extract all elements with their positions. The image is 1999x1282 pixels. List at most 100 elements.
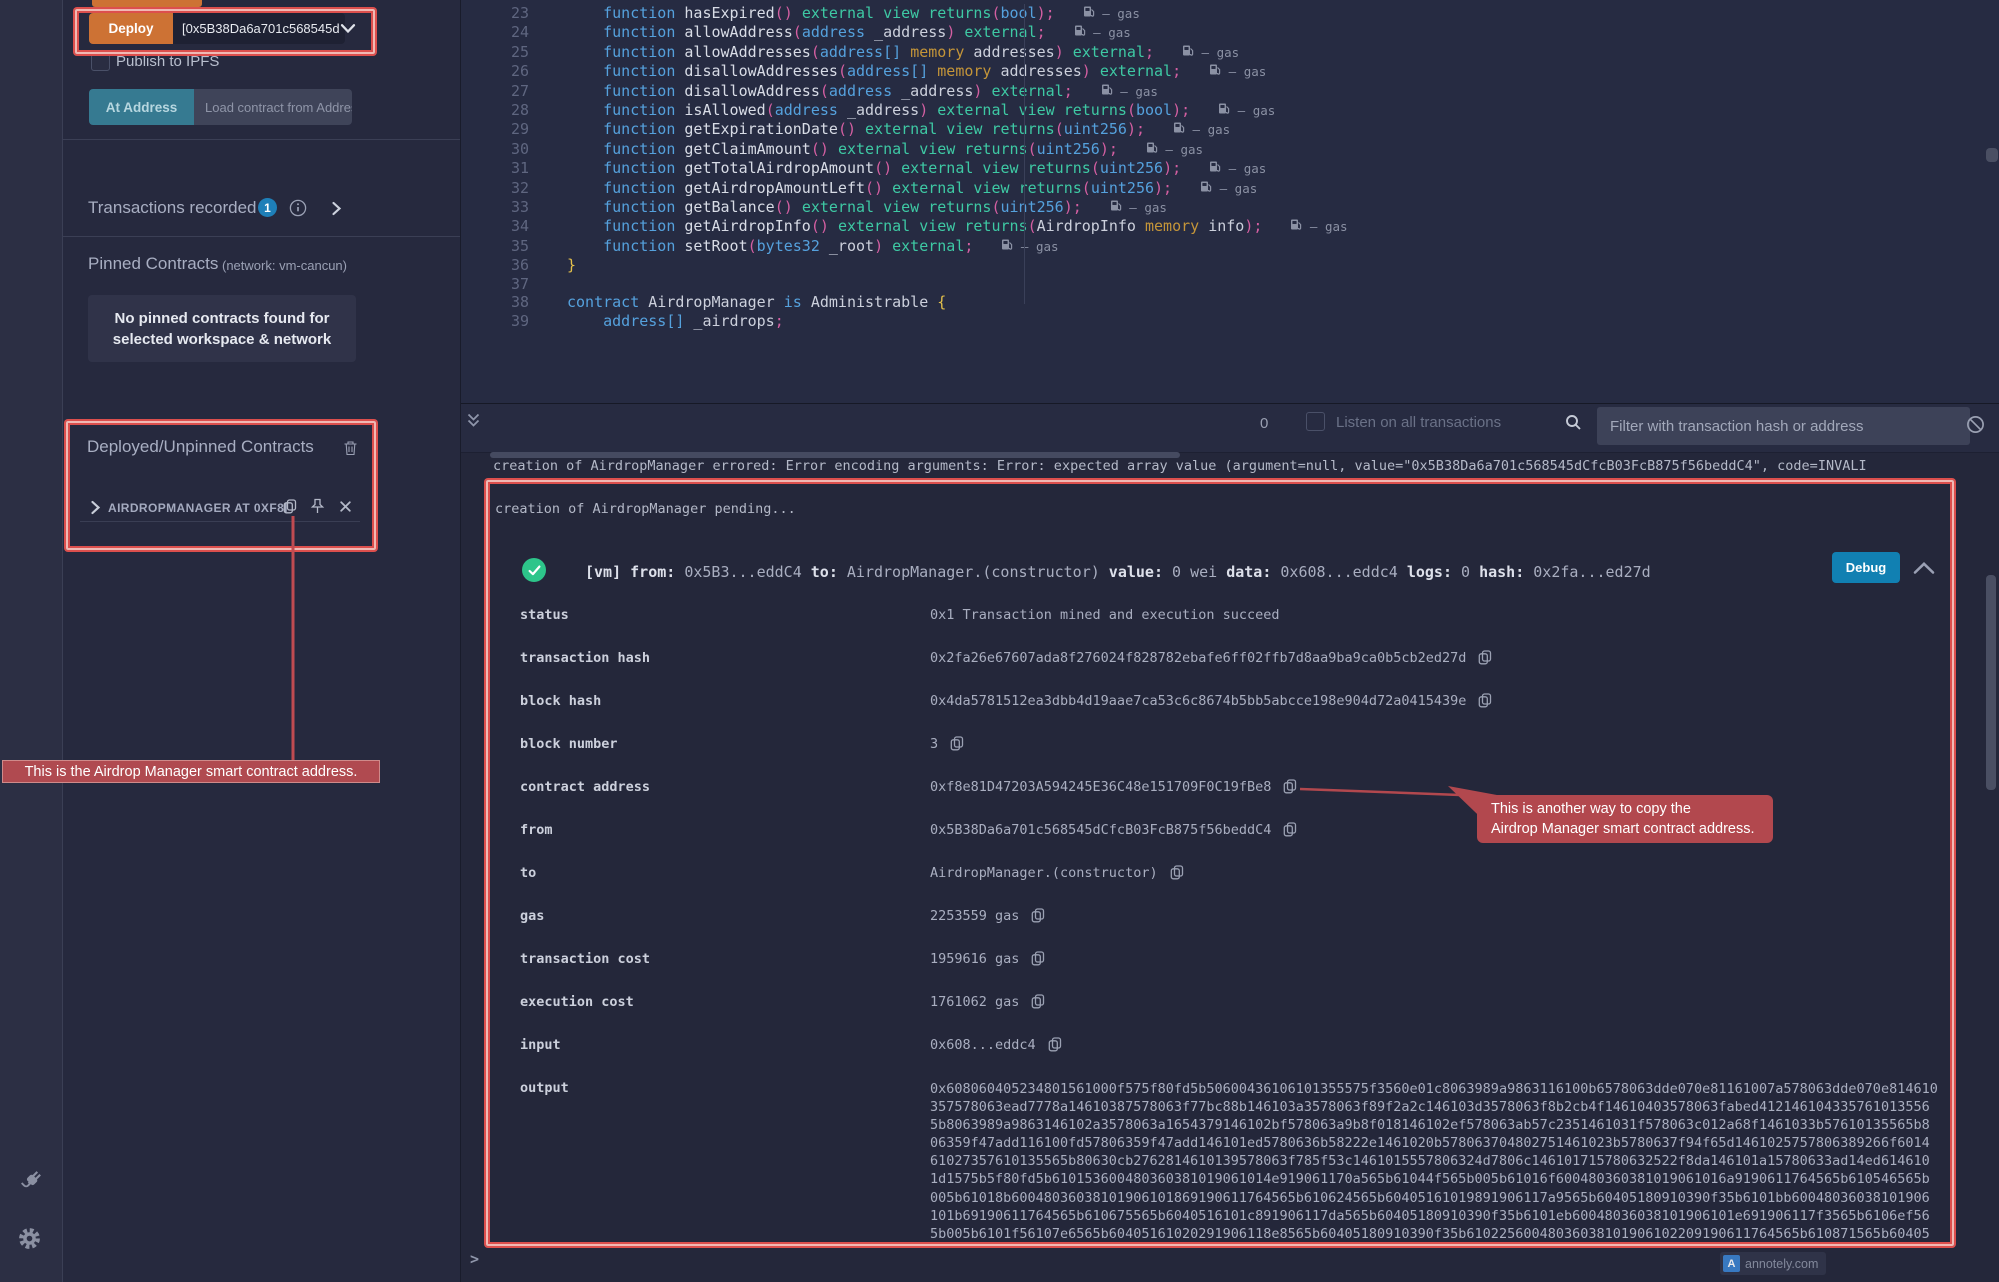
tx-detail-row: toAirdropManager.(constructor): [520, 865, 1938, 882]
copy-value-icon[interactable]: [1478, 650, 1492, 665]
chevron-down-icon[interactable]: [340, 23, 356, 34]
copy-value-icon[interactable]: [1478, 693, 1492, 708]
plugin-manager-icon[interactable]: [19, 1166, 46, 1193]
code-text: function setRoot(bytes32 _root) external…: [567, 237, 1059, 256]
info-icon[interactable]: [289, 199, 307, 217]
gas-estimate-badge[interactable]: – gas: [1209, 64, 1266, 79]
line-number: 28: [461, 101, 529, 120]
line-number: 23: [461, 4, 529, 23]
copy-value-icon[interactable]: [1031, 951, 1045, 966]
constructor-args-field[interactable]: [0x5B38Da6a701c568545d: [173, 13, 345, 44]
copy-value-icon[interactable]: [1031, 908, 1045, 923]
code-line[interactable]: 31 function getTotalAirdropAmount() exte…: [461, 159, 1999, 178]
gas-estimate-badge[interactable]: – gas: [1290, 219, 1347, 234]
gas-pump-icon: [1001, 238, 1013, 251]
code-line[interactable]: 23 function hasExpired() external view r…: [461, 4, 1999, 23]
clear-console-icon[interactable]: [1966, 415, 1985, 434]
trash-icon[interactable]: [343, 440, 358, 456]
summary-value: 0x2fa...ed27d: [1524, 563, 1650, 581]
tx-detail-row: transaction cost1959616 gas: [520, 951, 1938, 968]
collapse-tx-chevron-icon[interactable]: [1912, 561, 1936, 575]
gas-estimate-badge[interactable]: – gas: [1083, 6, 1140, 21]
transaction-filter-input[interactable]: [1597, 407, 1970, 445]
code-line[interactable]: 30 function getClaimAmount() external vi…: [461, 140, 1999, 159]
settings-gear-icon[interactable]: [17, 1226, 42, 1251]
copy-value-icon[interactable]: [950, 736, 964, 751]
code-text: function getAirdropAmountLeft() external…: [567, 179, 1257, 198]
no-pinned-contracts-card: No pinned contracts found forselected wo…: [88, 295, 356, 362]
editor-scrollbar[interactable]: [1986, 148, 1998, 162]
gas-estimate-badge[interactable]: – gas: [1200, 181, 1257, 196]
copy-value-icon[interactable]: [1031, 994, 1045, 1009]
summary-key: hash:: [1470, 563, 1524, 581]
code-line[interactable]: 26 function disallowAddresses(address[] …: [461, 62, 1999, 81]
tx-detail-label: from: [520, 822, 930, 839]
copy-value-icon[interactable]: [1283, 822, 1297, 837]
code-line[interactable]: 37: [461, 275, 1999, 293]
code-line[interactable]: 35 function setRoot(bytes32 _root) exter…: [461, 237, 1999, 256]
summary-key: from:: [630, 563, 675, 581]
terminal-prompt[interactable]: >: [470, 1250, 479, 1268]
summary-value: 0: [1452, 563, 1470, 581]
terminal-expand-icon[interactable]: [466, 412, 481, 429]
code-line[interactable]: 34 function getAirdropInfo() external vi…: [461, 217, 1999, 236]
code-line[interactable]: 28 function isAllowed(address _address) …: [461, 101, 1999, 120]
deployed-contract-label[interactable]: AIRDROPMANAGER AT 0XF8I: [108, 501, 288, 515]
code-line[interactable]: 36}: [461, 256, 1999, 274]
line-number: 34: [461, 217, 529, 236]
at-address-input[interactable]: [194, 89, 352, 125]
code-line[interactable]: 38contract AirdropManager is Administrab…: [461, 293, 1999, 311]
gas-estimate-badge[interactable]: – gas: [1209, 161, 1266, 176]
copy-address-icon[interactable]: [283, 499, 297, 514]
gas-estimate-badge[interactable]: – gas: [1101, 84, 1158, 99]
output-hex-block[interactable]: 0x608060405234801561000f575f80fd5b506004…: [930, 1080, 1938, 1243]
pin-contract-icon[interactable]: [310, 498, 325, 515]
code-editor[interactable]: 23 function hasExpired() external view r…: [461, 0, 1999, 403]
tx-detail-label: transaction hash: [520, 650, 930, 667]
code-text: function getBalance() external view retu…: [567, 198, 1167, 217]
remove-contract-icon[interactable]: [339, 500, 352, 513]
code-text: function allowAddress(address _address) …: [567, 23, 1131, 42]
gas-estimate-badge[interactable]: – gas: [1218, 103, 1275, 118]
tx-detail-row: contract address0xf8e81D47203A594245E36C…: [520, 779, 1938, 796]
listen-all-transactions-label: Listen on all transactions: [1336, 414, 1501, 431]
transactions-expand-chevron-icon[interactable]: [331, 201, 342, 216]
code-line[interactable]: 33 function getBalance() external view r…: [461, 198, 1999, 217]
code-text: }: [567, 256, 576, 274]
gas-estimate-badge[interactable]: – gas: [1182, 45, 1239, 60]
code-line[interactable]: 27 function disallowAddress(address _add…: [461, 82, 1999, 101]
listen-all-transactions-checkbox[interactable]: [1306, 412, 1325, 431]
search-icon[interactable]: [1565, 414, 1582, 431]
gas-pump-icon: [1083, 5, 1095, 18]
publish-to-ipfs-checkbox[interactable]: [91, 52, 110, 71]
gas-estimate-badge[interactable]: – gas: [1074, 25, 1131, 40]
contract-expand-chevron-icon[interactable]: [90, 500, 101, 515]
code-line[interactable]: 32 function getAirdropAmountLeft() exter…: [461, 179, 1999, 198]
debug-button[interactable]: Debug: [1832, 552, 1900, 583]
tx-detail-row: input0x608...eddc4: [520, 1037, 1938, 1054]
line-number: 24: [461, 23, 529, 42]
copy-value-icon[interactable]: [1048, 1037, 1062, 1052]
tx-details: status0x1 Transaction mined and executio…: [520, 607, 1938, 1269]
code-line[interactable]: 24 function allowAddress(address _addres…: [461, 23, 1999, 42]
terminal-vertical-scrollbar[interactable]: [1986, 575, 1996, 790]
copy-value-icon[interactable]: [1170, 865, 1184, 880]
tx-detail-label: input: [520, 1037, 930, 1054]
tx-detail-value: 1761062 gas: [930, 994, 1045, 1011]
gas-estimate-badge[interactable]: – gas: [1146, 142, 1203, 157]
tx-detail-row: transaction hash0x2fa26e67607ada8f276024…: [520, 650, 1938, 667]
tx-detail-value: 0x2fa26e67607ada8f276024f828782ebafe6ff0…: [930, 650, 1492, 667]
summary-key: logs:: [1398, 563, 1452, 581]
tx-summary-text[interactable]: [vm] from: 0x5B3...eddC4 to: AirdropMana…: [585, 563, 1651, 581]
gas-estimate-badge[interactable]: – gas: [1110, 200, 1167, 215]
gas-estimate-badge[interactable]: – gas: [1001, 239, 1058, 254]
gas-pump-icon: [1101, 83, 1113, 96]
at-address-button[interactable]: At Address: [89, 89, 194, 125]
code-line[interactable]: 39 address[] _airdrops;: [461, 312, 1999, 330]
deploy-button[interactable]: Deploy: [89, 13, 173, 44]
code-text: function getAirdropInfo() external view …: [567, 217, 1348, 236]
code-line[interactable]: 29 function getExpirationDate() external…: [461, 120, 1999, 139]
code-line[interactable]: 25 function allowAddresses(address[] mem…: [461, 43, 1999, 62]
copy-value-icon[interactable]: [1283, 779, 1297, 794]
gas-estimate-badge[interactable]: – gas: [1173, 122, 1230, 137]
